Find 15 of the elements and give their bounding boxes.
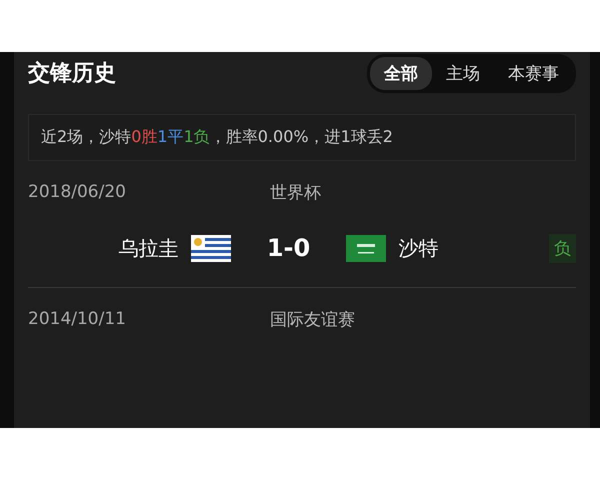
team-name: 沙特 [398,234,438,262]
match-date: 2018/06/20 [28,182,126,202]
result-badge: 负 [549,234,576,262]
filter-tab[interactable]: 全部 [370,56,432,90]
competition-name: 国际友谊赛 [270,308,355,330]
flag-icon [190,234,231,262]
competition-name: 世界杯 [270,182,321,204]
summary-text: 近2场，沙特0胜1平1负，胜率0.00%，进1球丢2 [41,127,393,146]
team-name: 乌拉圭 [118,234,179,262]
match-date: 2014/10/11 [28,309,126,329]
filter-tab[interactable]: 主场 [432,56,494,90]
section-title: 交锋历史 [28,60,116,88]
filter-tab[interactable]: 本赛事 [494,56,573,90]
match-score: 1-0 [266,234,312,262]
flag-icon [346,234,386,262]
